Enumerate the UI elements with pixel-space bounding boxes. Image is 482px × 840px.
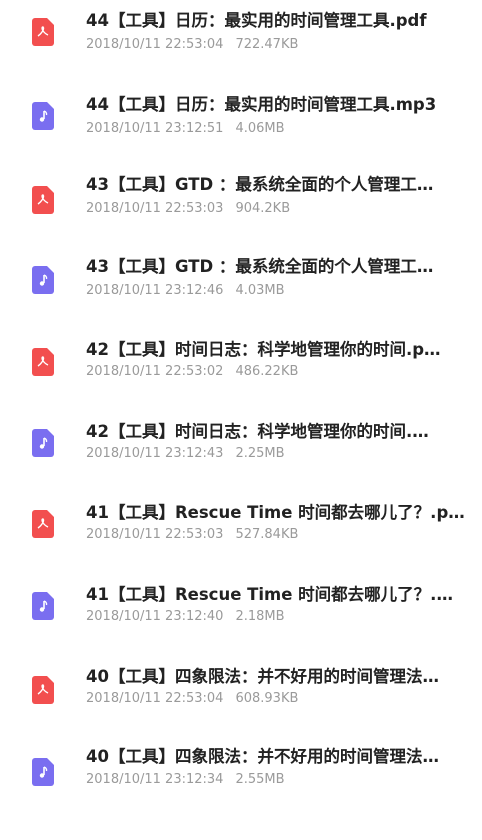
file-name: 43【工具】GTD ：最系统全面的个人管理工… (86, 175, 434, 194)
file-name: 44【工具】日历：最实用的时间管理工具.pdf (86, 11, 427, 30)
pdf-icon (32, 18, 54, 46)
file-row[interactable]: 41【工具】Rescue Time 时间都去哪儿了？.p… 2018/10/11… (0, 503, 482, 588)
file-size: 2.18MB (235, 609, 285, 624)
music-note-icon (32, 429, 54, 457)
file-date: 2018/10/11 22:53:02 (86, 364, 224, 379)
music-note-icon (32, 102, 54, 130)
file-name: 42【工具】时间日志：科学地管理你的时间.… (86, 422, 429, 441)
file-meta: 2018/10/11 22:53:03 527.84KB (86, 526, 298, 544)
pdf-icon (32, 676, 54, 704)
file-size: 2.25MB (235, 446, 285, 461)
file-row[interactable]: 40【工具】四象限法：并不好用的时间管理法… 2018/10/11 23:12:… (0, 747, 482, 840)
file-date: 2018/10/11 23:12:43 (86, 446, 224, 461)
file-size: 4.06MB (235, 121, 285, 136)
file-size: 486.22KB (235, 364, 299, 379)
file-meta: 2018/10/11 23:12:40 2.18MB (86, 608, 285, 626)
file-size: 722.47KB (235, 37, 299, 52)
file-meta: 2018/10/11 23:12:46 4.03MB (86, 282, 285, 300)
pdf-icon (32, 348, 54, 376)
file-date: 2018/10/11 22:53:04 (86, 691, 224, 706)
file-row[interactable]: 42【工具】时间日志：科学地管理你的时间.… 2018/10/11 23:12:… (0, 420, 482, 504)
pdf-icon (32, 186, 54, 214)
file-meta: 2018/10/11 23:12:43 2.25MB (86, 445, 285, 463)
file-name: 40【工具】四象限法：并不好用的时间管理法… (86, 747, 439, 766)
file-size: 527.84KB (235, 527, 299, 542)
file-date: 2018/10/11 22:53:03 (86, 527, 224, 542)
file-row[interactable]: 43【工具】GTD ：最系统全面的个人管理工… 2018/10/11 22:53… (0, 168, 482, 252)
file-name: 42【工具】时间日志：科学地管理你的时间.p… (86, 340, 441, 359)
file-meta: 2018/10/11 22:53:04 608.93KB (86, 690, 298, 708)
file-date: 2018/10/11 23:12:40 (86, 609, 224, 624)
file-meta: 2018/10/11 23:12:34 2.55MB (86, 771, 285, 789)
file-date: 2018/10/11 23:12:34 (86, 772, 224, 787)
file-meta: 2018/10/11 23:12:51 4.06MB (86, 120, 285, 138)
file-row[interactable]: 43【工具】GTD ：最系统全面的个人管理工… 2018/10/11 23:12… (0, 252, 482, 336)
file-date: 2018/10/11 23:12:46 (86, 283, 224, 298)
music-note-icon (32, 592, 54, 620)
music-note-icon (32, 266, 54, 294)
file-meta: 2018/10/11 22:53:02 486.22KB (86, 363, 298, 381)
file-row[interactable]: 42【工具】时间日志：科学地管理你的时间.p… 2018/10/11 22:53… (0, 336, 482, 420)
file-date: 2018/10/11 22:53:03 (86, 201, 224, 216)
file-row[interactable]: 40【工具】四象限法：并不好用的时间管理法… 2018/10/11 22:53:… (0, 667, 482, 756)
file-meta: 2018/10/11 22:53:04 722.47KB (86, 36, 298, 54)
file-name: 44【工具】日历：最实用的时间管理工具.mp3 (86, 95, 437, 114)
music-note-icon (32, 758, 54, 786)
file-name: 41【工具】Rescue Time 时间都去哪儿了？.… (86, 585, 453, 604)
file-meta: 2018/10/11 22:53:03 904.2KB (86, 200, 290, 218)
file-name: 43【工具】GTD ：最系统全面的个人管理工… (86, 257, 434, 276)
file-date: 2018/10/11 23:12:51 (86, 121, 224, 136)
file-size: 608.93KB (235, 691, 299, 706)
file-name: 40【工具】四象限法：并不好用的时间管理法… (86, 667, 439, 686)
file-row[interactable]: 44【工具】日历：最实用的时间管理工具.mp3 2018/10/11 23:12… (0, 84, 482, 168)
file-row[interactable]: 44【工具】日历：最实用的时间管理工具.pdf 2018/10/11 22:53… (0, 0, 482, 84)
file-size: 904.2KB (235, 201, 291, 216)
file-row[interactable]: 41【工具】Rescue Time 时间都去哪儿了？.… 2018/10/11 … (0, 585, 482, 672)
file-size: 4.03MB (235, 283, 285, 298)
file-size: 2.55MB (235, 772, 285, 787)
file-name: 41【工具】Rescue Time 时间都去哪儿了？.p… (86, 503, 465, 522)
pdf-icon (32, 510, 54, 538)
file-date: 2018/10/11 22:53:04 (86, 37, 224, 52)
